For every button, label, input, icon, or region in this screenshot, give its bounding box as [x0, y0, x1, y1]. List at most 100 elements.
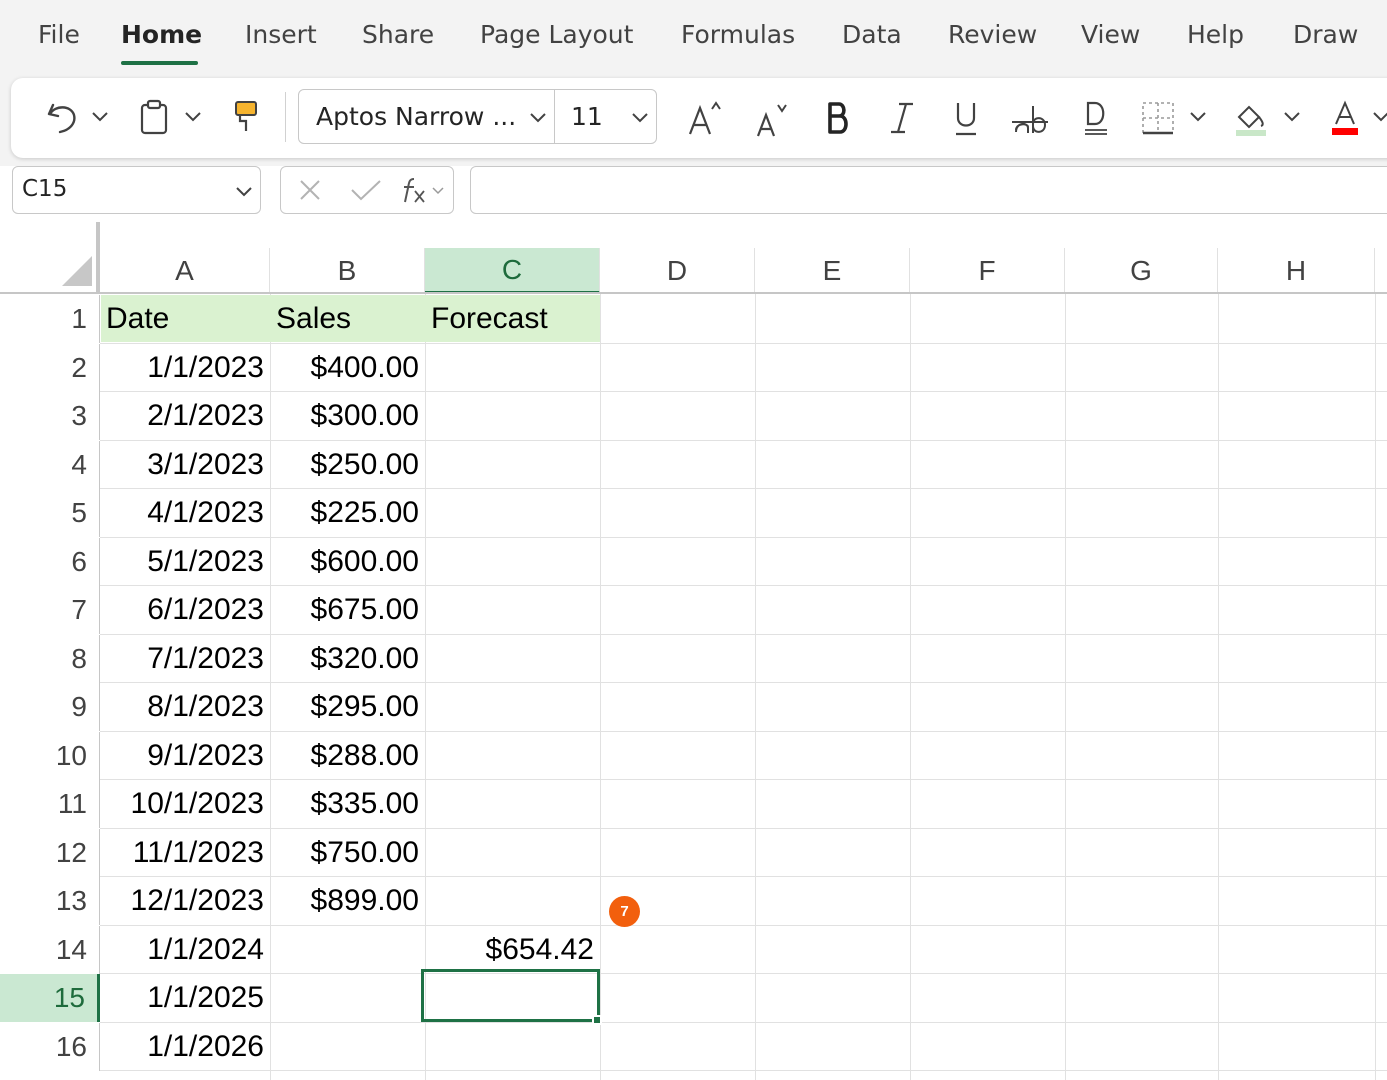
- fill-color-button[interactable]: [1230, 96, 1272, 140]
- cell-a15[interactable]: 1/1/2025: [100, 974, 270, 1022]
- cell-a13[interactable]: 12/1/2023: [100, 877, 270, 925]
- cell-b12[interactable]: $750.00: [270, 829, 425, 877]
- borders-dropdown[interactable]: [1186, 104, 1210, 130]
- cell-b11[interactable]: $335.00: [270, 780, 425, 828]
- cell-c7[interactable]: [425, 586, 600, 634]
- insert-function-dropdown[interactable]: [430, 182, 446, 200]
- cell-a6[interactable]: 5/1/2023: [100, 538, 270, 586]
- tab-share[interactable]: Share: [362, 20, 434, 49]
- cell-c16[interactable]: [425, 1023, 600, 1071]
- confirm-entry-button[interactable]: [348, 174, 384, 206]
- format-painter-button[interactable]: [228, 96, 264, 138]
- row-header-11[interactable]: 11: [0, 780, 100, 828]
- cell-a10[interactable]: 9/1/2023: [100, 732, 270, 780]
- undo-dropdown[interactable]: [88, 104, 112, 130]
- paste-button[interactable]: [136, 96, 172, 138]
- cell-b2[interactable]: $400.00: [270, 344, 425, 392]
- tab-data[interactable]: Data: [842, 20, 902, 49]
- row-header-9[interactable]: 9: [0, 683, 100, 731]
- row-header-1[interactable]: 1: [0, 295, 100, 343]
- column-header-h[interactable]: H: [1218, 248, 1375, 294]
- font-name-dropdown[interactable]: [526, 106, 550, 130]
- tab-draw[interactable]: Draw: [1293, 20, 1358, 49]
- double-underline-button[interactable]: [1076, 96, 1116, 140]
- cell-b6[interactable]: $600.00: [270, 538, 425, 586]
- row-header-10[interactable]: 10: [0, 732, 100, 780]
- cell-c14[interactable]: $654.42: [425, 926, 600, 974]
- font-color-button[interactable]: [1324, 96, 1366, 140]
- bold-button[interactable]: [818, 96, 858, 140]
- tab-page-layout[interactable]: Page Layout: [480, 20, 633, 49]
- fill-color-dropdown[interactable]: [1280, 104, 1304, 130]
- row-header-2[interactable]: 2: [0, 344, 100, 392]
- cell-a7[interactable]: 6/1/2023: [100, 586, 270, 634]
- cell-b9[interactable]: $295.00: [270, 683, 425, 731]
- cell-a11[interactable]: 10/1/2023: [100, 780, 270, 828]
- row-header-15[interactable]: 15: [0, 974, 100, 1022]
- paste-dropdown[interactable]: [181, 104, 205, 130]
- cell-c4[interactable]: [425, 441, 600, 489]
- column-header-e[interactable]: E: [755, 248, 910, 294]
- cell-c2[interactable]: [425, 344, 600, 392]
- cell-a14[interactable]: 1/1/2024: [100, 926, 270, 974]
- tab-help[interactable]: Help: [1187, 20, 1244, 49]
- row-header-13[interactable]: 13: [0, 877, 100, 925]
- cell-c5[interactable]: [425, 489, 600, 537]
- cell-a16[interactable]: 1/1/2026: [100, 1023, 270, 1071]
- row-header-16[interactable]: 16: [0, 1023, 100, 1071]
- cell-c3[interactable]: [425, 392, 600, 440]
- cell-c10[interactable]: [425, 732, 600, 780]
- active-cell-selection[interactable]: [421, 969, 600, 1022]
- tab-file[interactable]: File: [38, 20, 80, 49]
- cell-b4[interactable]: $250.00: [270, 441, 425, 489]
- font-color-dropdown[interactable]: [1372, 104, 1387, 130]
- column-header-b[interactable]: B: [270, 248, 425, 294]
- tab-review[interactable]: Review: [948, 20, 1037, 49]
- cell-a2[interactable]: 1/1/2023: [100, 344, 270, 392]
- cell-b1[interactable]: Sales: [270, 295, 425, 343]
- cell-b8[interactable]: $320.00: [270, 635, 425, 683]
- increase-font-size-button[interactable]: [684, 96, 728, 140]
- cell-c11[interactable]: [425, 780, 600, 828]
- column-header-d[interactable]: D: [600, 248, 755, 294]
- cell-a1[interactable]: Date: [100, 295, 270, 343]
- tab-formulas[interactable]: Formulas: [681, 20, 795, 49]
- cell-b14[interactable]: [270, 926, 425, 974]
- column-header-f[interactable]: F: [910, 248, 1065, 294]
- cancel-entry-button[interactable]: [294, 174, 326, 206]
- cell-b7[interactable]: $675.00: [270, 586, 425, 634]
- name-box-dropdown[interactable]: [232, 180, 256, 204]
- decrease-font-size-button[interactable]: [750, 98, 794, 142]
- column-header-a[interactable]: A: [100, 248, 270, 294]
- cell-a4[interactable]: 3/1/2023: [100, 441, 270, 489]
- row-header-3[interactable]: 3: [0, 392, 100, 440]
- font-size-dropdown[interactable]: [628, 106, 652, 130]
- column-header-c[interactable]: C: [425, 248, 600, 294]
- cell-c6[interactable]: [425, 538, 600, 586]
- cell-a8[interactable]: 7/1/2023: [100, 635, 270, 683]
- insert-function-button[interactable]: [398, 174, 428, 206]
- row-header-12[interactable]: 12: [0, 829, 100, 877]
- row-header-6[interactable]: 6: [0, 538, 100, 586]
- italic-button[interactable]: [882, 96, 922, 140]
- tab-insert[interactable]: Insert: [245, 20, 317, 49]
- cell-a5[interactable]: 4/1/2023: [100, 489, 270, 537]
- tab-home[interactable]: Home: [121, 20, 202, 49]
- cell-b13[interactable]: $899.00: [270, 877, 425, 925]
- strikethrough-button[interactable]: [1008, 96, 1052, 140]
- cell-b3[interactable]: $300.00: [270, 392, 425, 440]
- tab-view[interactable]: View: [1081, 20, 1140, 49]
- cell-a9[interactable]: 8/1/2023: [100, 683, 270, 731]
- column-header-g[interactable]: G: [1065, 248, 1218, 294]
- cell-c1[interactable]: Forecast: [425, 295, 600, 343]
- fill-handle[interactable]: [592, 1015, 602, 1025]
- cell-c12[interactable]: [425, 829, 600, 877]
- underline-button[interactable]: [946, 96, 986, 140]
- row-header-7[interactable]: 7: [0, 586, 100, 634]
- row-header-14[interactable]: 14: [0, 926, 100, 974]
- cell-c13[interactable]: [425, 877, 600, 925]
- cell-c8[interactable]: [425, 635, 600, 683]
- row-header-4[interactable]: 4: [0, 441, 100, 489]
- cell-b10[interactable]: $288.00: [270, 732, 425, 780]
- row-header-5[interactable]: 5: [0, 489, 100, 537]
